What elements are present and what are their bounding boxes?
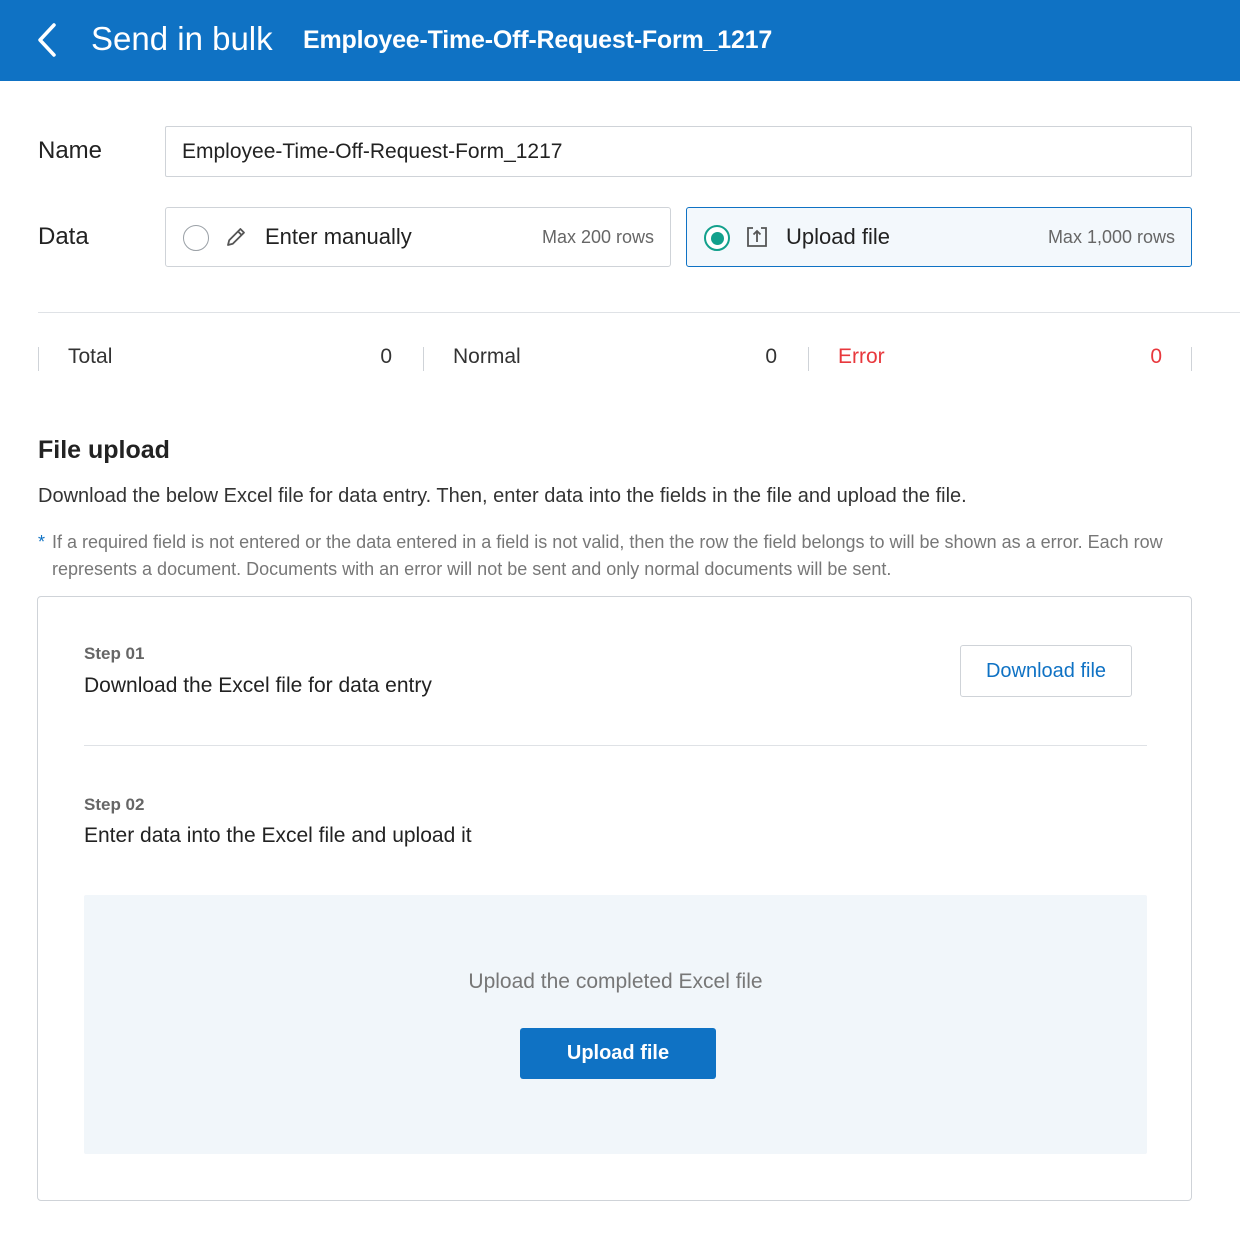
document-title: Employee-Time-Off-Request-Form_1217 — [303, 26, 773, 54]
upload-prompt: Upload the completed Excel file — [468, 970, 763, 993]
step-2-number: Step 02 — [84, 795, 145, 814]
stat-total-label: Total — [68, 345, 113, 368]
option-max-rows: Max 200 rows — [541, 227, 654, 247]
name-label: Name — [38, 137, 103, 164]
stat-divider — [1191, 347, 1192, 371]
stat-divider — [423, 347, 424, 371]
option-label: Upload file — [786, 224, 890, 249]
divider — [84, 745, 1147, 746]
top-bar: Send in bulk Employee-Time-Off-Request-F… — [0, 0, 1240, 81]
radio-upload-file[interactable] — [704, 225, 730, 251]
upload-file-button[interactable]: Upload file — [520, 1028, 716, 1079]
radio-selected-dot — [711, 232, 724, 245]
stat-normal-value: 0 — [765, 345, 777, 368]
stat-divider — [38, 347, 39, 371]
upload-box-icon — [747, 227, 767, 247]
step-1-title: Download the Excel file for data entry — [84, 674, 432, 697]
divider — [38, 312, 1240, 313]
step-1-number: Step 01 — [84, 644, 145, 663]
note: * If a required field is not entered or … — [38, 529, 1188, 583]
chevron-left-icon — [38, 23, 56, 57]
stat-total-value: 0 — [380, 345, 392, 368]
note-text: If a required field is not entered or th… — [52, 532, 1163, 579]
stat-error-value: 0 — [1150, 345, 1162, 368]
section-description: Download the below Excel file for data e… — [38, 485, 967, 507]
upload-steps-card: Step 01 Download the Excel file for data… — [37, 596, 1192, 1201]
page-title: Send in bulk — [91, 20, 273, 57]
section-title: File upload — [38, 436, 170, 464]
name-input[interactable] — [165, 126, 1192, 177]
data-label: Data — [38, 223, 89, 250]
option-enter-manually[interactable]: Enter manually Max 200 rows — [165, 207, 671, 267]
stat-divider — [808, 347, 809, 371]
option-upload-file[interactable]: Upload file Max 1,000 rows — [686, 207, 1192, 267]
radio-enter-manually[interactable] — [183, 225, 209, 251]
option-label: Enter manually — [265, 224, 412, 249]
step-2-title: Enter data into the Excel file and uploa… — [84, 824, 472, 847]
option-max-rows: Max 1,000 rows — [1047, 227, 1175, 247]
stat-error-label: Error — [838, 345, 885, 368]
upload-drop-area[interactable]: Upload the completed Excel file Upload f… — [84, 895, 1147, 1154]
back-button[interactable] — [30, 20, 64, 60]
stat-normal-label: Normal — [453, 345, 521, 368]
download-file-button[interactable]: Download file — [960, 645, 1132, 697]
note-marker: * — [38, 532, 46, 552]
pencil-icon — [227, 228, 245, 246]
